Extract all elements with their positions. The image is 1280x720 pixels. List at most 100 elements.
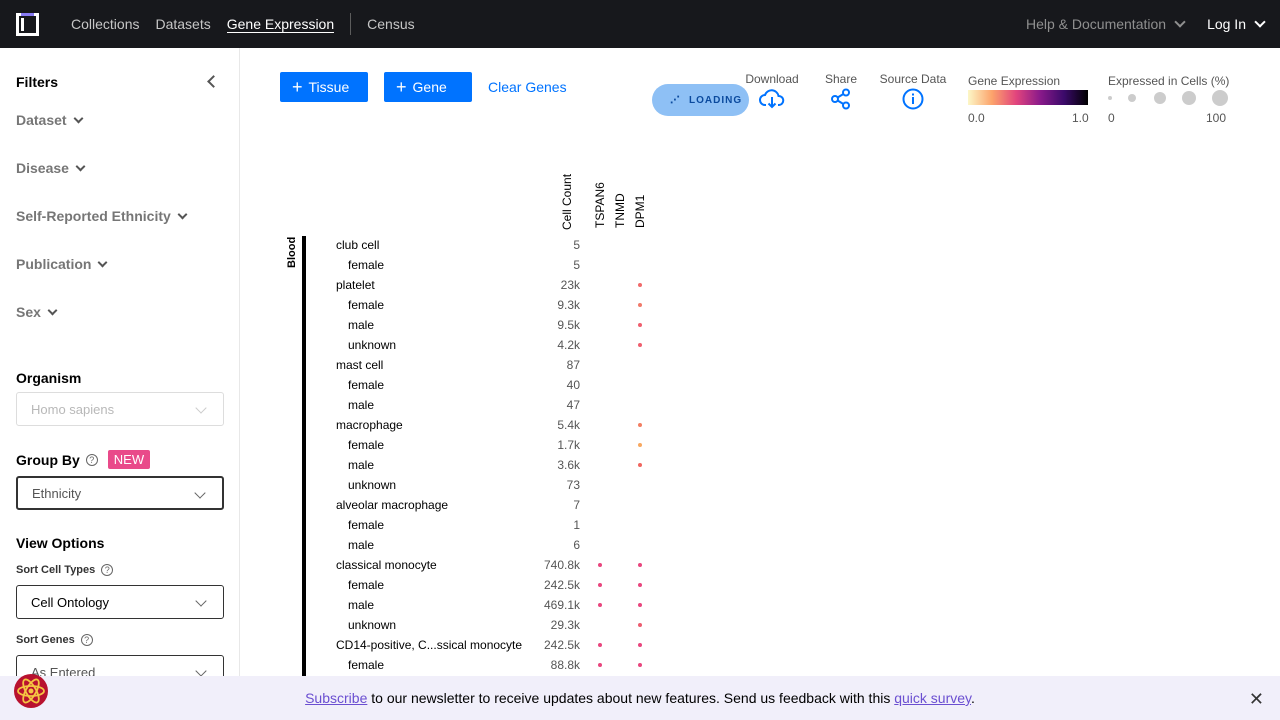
expression-dot[interactable]	[598, 643, 602, 647]
column-header-gene[interactable]: TSPAN6	[593, 182, 607, 228]
quick-survey-link[interactable]: quick survey	[894, 690, 971, 706]
table-row[interactable]: male 9.5k	[330, 315, 650, 335]
cell-type-label: male	[348, 538, 375, 552]
filter-sex[interactable]: Sex	[16, 304, 58, 320]
expression-dot[interactable]	[598, 663, 602, 667]
login-menu[interactable]: Log In	[1207, 16, 1266, 32]
expression-dot[interactable]	[638, 343, 642, 347]
table-row[interactable]: male 6	[330, 535, 650, 555]
expression-dot[interactable]	[638, 583, 642, 587]
table-row[interactable]: CD14-positive, C...ssical monocyte 242.5k	[330, 635, 650, 655]
share-icon	[831, 88, 850, 110]
sort-genes-header: Sort Genes ?	[16, 634, 93, 646]
share-button[interactable]: Share	[818, 72, 864, 113]
chevron-down-icon	[195, 402, 207, 414]
table-row[interactable]: female 1	[330, 515, 650, 535]
cell-count: 469.1k	[543, 598, 580, 612]
filter-publication[interactable]: Publication	[16, 256, 108, 272]
chevron-down-icon	[195, 595, 207, 607]
nav-collections[interactable]: Collections	[71, 0, 139, 48]
cell-count: 5	[573, 258, 580, 272]
expression-dot[interactable]	[638, 323, 642, 327]
expression-dot[interactable]	[638, 623, 642, 627]
table-row[interactable]: club cell 5	[330, 235, 650, 255]
subscribe-link[interactable]: Subscribe	[305, 690, 367, 706]
cell-count: 73	[566, 478, 580, 492]
close-icon[interactable]: ✕	[1249, 690, 1264, 708]
chevron-down-icon	[73, 113, 84, 123]
czi-logo-icon[interactable]	[16, 13, 39, 36]
group-by-header: Group By ? NEW	[16, 450, 151, 469]
column-header-gene[interactable]: TNMD	[613, 193, 627, 228]
expression-dot[interactable]	[598, 563, 602, 567]
filters-title: Filters	[16, 74, 59, 90]
table-row[interactable]: female 40	[330, 375, 650, 395]
expression-dot[interactable]	[638, 443, 642, 447]
cell-type-label: platelet	[336, 278, 375, 292]
table-row[interactable]: male 47	[330, 395, 650, 415]
table-row[interactable]: unknown 73	[330, 475, 650, 495]
cell-count: 1	[573, 518, 580, 532]
expression-dot[interactable]	[638, 423, 642, 427]
add-gene-button[interactable]: + Gene	[384, 72, 472, 102]
clear-genes-button[interactable]: Clear Genes	[488, 79, 567, 95]
expression-dot[interactable]	[638, 603, 642, 607]
table-row[interactable]: male 3.6k	[330, 455, 650, 475]
nav-links: Collections Datasets Gene Expression Cen…	[71, 0, 431, 48]
table-row[interactable]: female 242.5k	[330, 575, 650, 595]
expression-dot[interactable]	[638, 463, 642, 467]
table-row[interactable]: classical monocyte 740.8k	[330, 555, 650, 575]
size-legend-dot	[1128, 94, 1136, 102]
add-tissue-button[interactable]: + Tissue	[280, 72, 368, 102]
expression-dot[interactable]	[638, 283, 642, 287]
table-row[interactable]: female 88.8k	[330, 655, 650, 675]
expression-dot[interactable]	[638, 663, 642, 667]
table-row[interactable]: unknown 29.3k	[330, 615, 650, 635]
table-row[interactable]: female 9.3k	[330, 295, 650, 315]
expression-dot[interactable]	[598, 583, 602, 587]
tissue-label[interactable]: Blood	[286, 237, 298, 268]
table-row[interactable]: macrophage 5.4k	[330, 415, 650, 435]
expression-dot[interactable]	[638, 643, 642, 647]
sort-cell-types-select[interactable]: Cell Ontology	[16, 585, 224, 619]
nav-gene-expression[interactable]: Gene Expression	[226, 0, 335, 48]
expressed-max: 100	[1206, 111, 1227, 125]
table-row[interactable]: platelet 23k	[330, 275, 650, 295]
help-label: Help & Documentation	[1025, 16, 1167, 32]
new-badge: NEW	[107, 450, 151, 469]
help-icon[interactable]: ?	[85, 453, 98, 466]
source-data-button[interactable]: Source Data	[876, 72, 950, 113]
filter-dataset[interactable]: Dataset	[16, 112, 84, 128]
nav-right: Help & Documentation Log In	[1026, 0, 1280, 48]
filter-disease[interactable]: Disease	[16, 160, 86, 176]
nav-census[interactable]: Census	[367, 0, 414, 48]
cell-type-label: female	[348, 518, 385, 532]
gene-expression-legend-title: Gene Expression	[968, 74, 1061, 88]
help-documentation-menu[interactable]: Help & Documentation	[1025, 16, 1186, 32]
chevron-down-icon	[1254, 16, 1266, 28]
download-button[interactable]: Download	[742, 72, 802, 113]
table-row[interactable]: unknown 4.2k	[330, 335, 650, 355]
column-header-gene[interactable]: DPM1	[633, 195, 647, 228]
table-row[interactable]: mast cell 87	[330, 355, 650, 375]
cell-count: 88.8k	[550, 658, 580, 672]
help-icon[interactable]: ?	[80, 634, 93, 646]
table-row[interactable]: male 469.1k	[330, 595, 650, 615]
table-row[interactable]: alveolar macrophage 7	[330, 495, 650, 515]
group-by-select[interactable]: Ethnicity	[16, 476, 224, 510]
filter-ethnicity[interactable]: Self-Reported Ethnicity	[16, 208, 188, 224]
cell-type-label: classical monocyte	[336, 558, 437, 572]
cell-count: 5	[573, 238, 580, 252]
react-devtools-icon[interactable]	[11, 672, 51, 710]
nav-divider	[350, 13, 352, 35]
chevron-left-icon[interactable]	[207, 75, 220, 88]
expression-dot[interactable]	[598, 603, 602, 607]
sort-cell-types-label: Sort Cell Types	[16, 564, 96, 576]
expression-dot[interactable]	[638, 303, 642, 307]
table-row[interactable]: female 5	[330, 255, 650, 275]
nav-datasets[interactable]: Datasets	[155, 0, 210, 48]
help-icon[interactable]: ?	[101, 564, 114, 576]
table-row[interactable]: female 1.7k	[330, 435, 650, 455]
organism-select[interactable]: Homo sapiens	[16, 392, 224, 426]
expression-dot[interactable]	[638, 563, 642, 567]
